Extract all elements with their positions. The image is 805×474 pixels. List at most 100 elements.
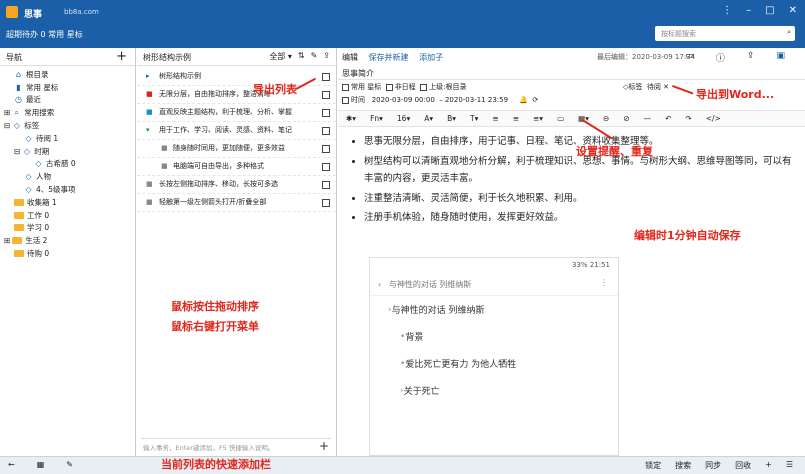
format-tool-button[interactable]: ≡ (492, 114, 498, 123)
time-checkbox[interactable] (342, 96, 349, 104)
note-content[interactable]: 思事无限分层，自由排序，用于记事、日程、笔记、资料收集整理等。树型结构可以清晰直… (338, 127, 805, 227)
quick-links[interactable]: 超期待办 0 常用 星标 (6, 29, 83, 40)
item-checkbox[interactable] (322, 199, 330, 207)
info-icon[interactable]: ⓘ (716, 51, 725, 64)
expand-icon[interactable]: ⊟ (4, 121, 10, 130)
search-icon[interactable]: ⌕ (787, 28, 791, 37)
add-nav-button[interactable]: + (116, 49, 127, 64)
bullet-icon[interactable]: ▾ (146, 125, 150, 136)
item-checkbox[interactable] (322, 163, 330, 171)
sort-icon[interactable]: ⇅ (298, 51, 305, 62)
repeat-icon[interactable]: ⟳ (532, 96, 538, 104)
format-tool-button[interactable]: ✱▾ (346, 114, 356, 123)
save-new-button[interactable]: 保存并新建 (369, 53, 409, 62)
bullet-icon[interactable]: ■ (161, 143, 168, 154)
nav-item[interactable]: 学习 0 (0, 222, 135, 235)
tab-edit[interactable]: 编辑 (342, 53, 358, 62)
item-checkbox[interactable] (322, 181, 330, 189)
search-input[interactable]: 按标题搜索 ⌕ (655, 26, 795, 41)
quick-add-input[interactable]: 输入事务，Enter键添加，F5 快捷输入说明。 + (141, 438, 331, 453)
nav-item[interactable]: ◇ 古希腊 0 (0, 158, 135, 171)
tag-area[interactable]: ◇标签 待阅 ✕ (623, 82, 669, 92)
expand-icon[interactable]: ⊟ (14, 147, 20, 156)
list-item[interactable]: ■ 电脑端可自由导出，多种格式 (137, 158, 336, 176)
nav-item[interactable]: 待购 0 (0, 247, 135, 260)
nav-item[interactable]: ◇ 人物 (0, 170, 135, 183)
statusbar-button[interactable]: 搜索 (675, 460, 691, 471)
common-checkbox[interactable] (342, 83, 349, 91)
minimize-button[interactable]: – (746, 5, 751, 16)
close-button[interactable]: ✕ (789, 5, 797, 16)
bullet-icon[interactable]: ■ (146, 89, 153, 100)
list-item[interactable]: ■ 随身随时同用，更加随便，更多效益 (137, 140, 336, 158)
bullet-icon[interactable]: ▸ (146, 71, 150, 82)
nav-item[interactable]: 收集箱 1 (0, 196, 135, 209)
nav-item[interactable]: ⊟ ◇ 标签 (0, 119, 135, 132)
filter-select[interactable]: 全部 ▾ (269, 51, 292, 62)
window-icon[interactable]: ▭ (685, 51, 694, 64)
item-checkbox[interactable] (322, 145, 330, 153)
parent-checkbox[interactable] (420, 83, 428, 91)
format-tool-button[interactable]: </> (706, 114, 721, 123)
item-checkbox[interactable] (322, 73, 330, 81)
quick-add-button[interactable]: + (319, 439, 329, 453)
format-tool-button[interactable]: ⊖ (603, 114, 609, 123)
export-list-icon[interactable]: ⇪ (323, 51, 330, 62)
list-item[interactable]: ■ 直观反映主题结构，利于梳理、分析、掌握 (137, 104, 336, 122)
statusbar-button[interactable]: 锁定 (645, 460, 661, 471)
parent-label[interactable]: 上级:根目录 (429, 83, 466, 91)
item-checkbox[interactable] (322, 91, 330, 99)
expand-icon[interactable]: ⊞ (4, 108, 10, 117)
nav-item[interactable]: ◷ 最近 (0, 94, 135, 107)
save-icon[interactable]: ▣ (776, 51, 785, 64)
nav-item[interactable]: ▮ 常用 星标 (0, 81, 135, 94)
statusbar-button[interactable]: ✎ (66, 460, 73, 469)
format-tool-button[interactable]: ▭ (557, 114, 564, 123)
statusbar-button[interactable]: 回收 (735, 460, 751, 471)
format-tool-button[interactable]: 16▾ (397, 114, 410, 123)
statusbar-button[interactable]: ▦ (37, 460, 45, 469)
format-tool-button[interactable]: Fn▾ (370, 114, 383, 123)
menu-icon[interactable]: ⋮ (722, 5, 732, 16)
list-item[interactable]: ■ 长按左侧拖动排序、移动，长按可多选 (137, 176, 336, 194)
format-tool-button[interactable]: ≡▾ (533, 114, 543, 123)
nav-item[interactable]: ◇ 4、5级事项 (0, 183, 135, 196)
nav-item[interactable]: ⊞ 生活 2 (0, 234, 135, 247)
bell-icon[interactable]: 🔔 (519, 96, 528, 104)
item-checkbox[interactable] (322, 127, 330, 135)
expand-icon[interactable]: ⊞ (4, 236, 10, 245)
format-tool-button[interactable]: ↷ (685, 114, 691, 123)
nav-item[interactable]: ⌂ 根目录 (0, 68, 135, 81)
format-tool-button[interactable]: A▾ (424, 114, 433, 123)
format-tool-button[interactable]: T▾ (470, 114, 478, 123)
statusbar-button[interactable]: ← (8, 460, 15, 469)
add-child-button[interactable]: 添加子 (419, 53, 443, 62)
time-end[interactable]: 2020-03-11 23:59 (445, 96, 508, 104)
statusbar-button[interactable]: ☰ (786, 460, 793, 471)
time-start[interactable]: 2020-03-09 00:00 (372, 96, 435, 104)
nav-item[interactable]: ◇ 待阅 1 (0, 132, 135, 145)
edit-icon[interactable]: ✎ (311, 51, 318, 62)
format-tool-button[interactable]: ⊘ (623, 114, 629, 123)
list-item[interactable]: ▾ 用于工作、学习、阅读、灵感、资料、笔记 (137, 122, 336, 140)
nav-item[interactable]: ⊞ ⌕ 常用搜索 (0, 106, 135, 119)
format-tool-button[interactable]: ↶ (665, 114, 671, 123)
nav-item[interactable]: ⊟ ◇ 时期 (0, 145, 135, 158)
nodate-checkbox[interactable] (385, 83, 393, 91)
note-title[interactable]: 思事简介 (338, 66, 805, 80)
list-item[interactable]: ■ 无限分层，自由拖动排序，整洁清晰 (137, 86, 336, 104)
nav-item[interactable]: 工作 0 (0, 209, 135, 222)
format-tool-button[interactable]: ≡ (513, 114, 519, 123)
format-tool-button[interactable]: — (644, 114, 652, 123)
item-checkbox[interactable] (322, 109, 330, 117)
bullet-icon[interactable]: ■ (146, 107, 153, 118)
statusbar-button[interactable]: + (765, 460, 772, 471)
maximize-button[interactable]: □ (765, 5, 774, 16)
bullet-icon[interactable]: ■ (161, 161, 168, 172)
bullet-icon[interactable]: ■ (146, 197, 153, 208)
export-word-icon[interactable]: ⇪ (747, 51, 755, 64)
statusbar-button[interactable]: 同步 (705, 460, 721, 471)
list-item[interactable]: ■ 轻触第一级左侧箭头打开/折叠全部 (137, 194, 336, 212)
format-tool-button[interactable]: B▾ (447, 114, 456, 123)
bullet-icon[interactable]: ■ (146, 179, 153, 190)
